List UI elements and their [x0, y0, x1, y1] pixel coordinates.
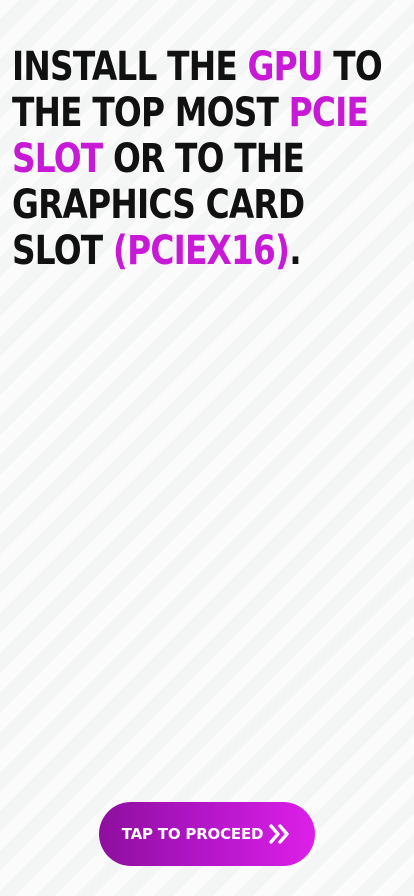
highlight-gpu: GPU [247, 44, 324, 90]
screen: Install the GPU to the top most PCIe slo… [0, 0, 414, 896]
instruction-text-4: . [289, 228, 301, 274]
highlight-pciex16: (PCIex16) [112, 228, 290, 274]
instruction-text-1: Install the [12, 44, 248, 90]
instruction-heading: Install the GPU to the top most PCIe slo… [12, 44, 402, 274]
tap-to-proceed-label: TAP TO PROCEED [121, 825, 264, 843]
double-chevron-right-icon [268, 823, 292, 845]
tap-to-proceed-button[interactable]: TAP TO PROCEED [99, 802, 315, 866]
